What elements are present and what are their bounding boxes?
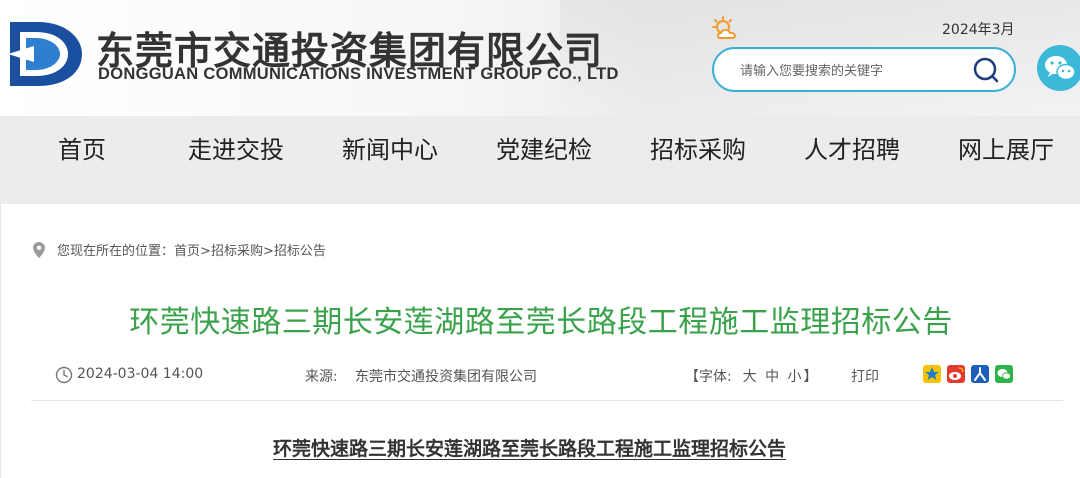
nav-item-home[interactable]: 首页 [58, 116, 106, 204]
breadcrumb-separator: > [262, 244, 274, 259]
wechat-button[interactable] [1037, 45, 1080, 91]
company-logo-icon[interactable] [4, 16, 86, 92]
font-label-close: 】 [803, 369, 818, 385]
nav-item-news[interactable]: 新闻中心 [342, 116, 438, 204]
font-large-button[interactable]: 大 [743, 369, 757, 385]
font-small-button[interactable]: 小 [788, 369, 802, 385]
search-input[interactable] [740, 61, 970, 81]
breadcrumb-separator: > [200, 244, 211, 259]
location-pin-icon [33, 242, 45, 258]
nav-item-recruitment[interactable]: 人才招聘 [804, 116, 900, 204]
search-icon[interactable] [972, 56, 1000, 84]
breadcrumb: 您现在所在的位置：首页>招标采购>招标公告 [33, 240, 326, 259]
print-button[interactable]: 打印 [851, 366, 879, 386]
wechat-icon [1045, 56, 1076, 81]
font-medium-button[interactable]: 中 [765, 369, 779, 385]
font-size-controls: 【字体: 大 中 小】 [685, 366, 818, 386]
search-box [712, 47, 1016, 92]
font-label-open: 【字体: [685, 369, 732, 385]
nav-item-about[interactable]: 走进交投 [188, 116, 284, 204]
site-header: 东莞市交通投资集团有限公司 DONGGUAN COMMUNICATIONS IN… [0, 0, 1080, 116]
article-title: 环莞快速路三期长安莲湖路至莞长路段工程施工监理招标公告 [129, 305, 953, 340]
qzone-share-icon[interactable] [923, 365, 941, 383]
divider [31, 400, 1063, 401]
sun-cloud-icon [712, 16, 736, 39]
article-meta: 2024-03-04 14:00 来源: 东莞市交通投资集团有限公司 【字体: … [1, 364, 1080, 388]
weibo-share-icon[interactable] [947, 365, 965, 383]
article-content: 您现在所在的位置：首页>招标采购>招标公告 环莞快速路三期长安莲湖路至莞长路段工… [0, 204, 1080, 478]
source-label: 来源: [305, 369, 338, 385]
article-subtitle: 环莞快速路三期长安莲湖路至莞长路段工程施工监理招标公告 [273, 438, 787, 460]
clock-icon [55, 366, 73, 384]
breadcrumb-announcement[interactable]: 招标公告 [274, 244, 326, 259]
company-name-en: DONGGUAN COMMUNICATIONS INVESTMENT GROUP… [98, 65, 619, 83]
breadcrumb-prefix: 您现在所在的位置： [57, 244, 175, 259]
source-value: 东莞市交通投资集团有限公司 [355, 369, 537, 385]
main-nav: 首页 走进交投 新闻中心 党建纪检 招标采购 人才招聘 网上展厅 [0, 116, 1080, 204]
renren-share-icon[interactable] [971, 365, 989, 383]
nav-item-exhibition[interactable]: 网上展厅 [958, 116, 1054, 204]
nav-item-party[interactable]: 党建纪检 [496, 116, 592, 204]
publish-date: 2024-03-04 14:00 [77, 366, 204, 382]
current-date: 2024年3月 [942, 22, 1015, 38]
breadcrumb-home[interactable]: 首页 [174, 244, 200, 259]
wechat-share-icon[interactable] [995, 365, 1013, 383]
breadcrumb-bidding[interactable]: 招标采购 [211, 244, 263, 259]
nav-item-bidding[interactable]: 招标采购 [650, 116, 746, 204]
